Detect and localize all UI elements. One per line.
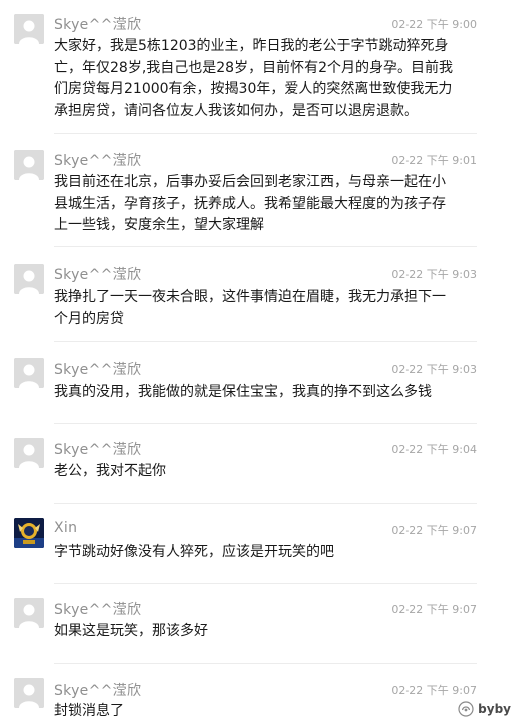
timestamp: 02-22 下午 9:07: [391, 603, 477, 616]
message-text: 我真的没用，我能做的就是保住宝宝，我真的挣不到这么多钱: [54, 384, 432, 400]
watermark-text: byby: [478, 702, 511, 716]
sender-name: Skye^^滢欣: [54, 153, 142, 169]
sender-name: Xin: [54, 520, 78, 536]
message-text: 如果这是玩笑，那该多好: [54, 623, 208, 639]
timestamp: 02-22 下午 9:03: [391, 268, 477, 281]
message-text: 封锁消息了: [54, 703, 124, 719]
message-text: 老公，我对不起你: [54, 463, 166, 479]
default-avatar-icon[interactable]: [14, 358, 44, 388]
timestamp: 02-22 下午 9:04: [391, 443, 477, 456]
divider: [54, 423, 477, 424]
default-avatar-icon[interactable]: [14, 598, 44, 628]
photo-avatar-icon[interactable]: [14, 518, 44, 548]
timestamp: 02-22 下午 9:00: [391, 18, 477, 31]
timestamp: 02-22 下午 9:03: [391, 363, 477, 376]
divider: [54, 133, 477, 134]
message-text: 大家好，我是5栋1203的业主，昨日我的老公于字节跳动猝死身亡，年仅28岁,我自…: [54, 38, 453, 119]
sender-name: Skye^^滢欣: [54, 602, 142, 618]
timestamp: 02-22 下午 9:07: [391, 684, 477, 697]
timestamp: 02-22 下午 9:01: [391, 154, 477, 167]
default-avatar-icon[interactable]: [14, 438, 44, 468]
sender-name: Skye^^滢欣: [54, 683, 142, 699]
timestamp: 02-22 下午 9:07: [391, 524, 477, 537]
sender-name: Skye^^滢欣: [54, 362, 142, 378]
message-text: 我挣扎了一天一夜未合眼，这件事情迫在眉睫，我无力承担下一个月的房贷: [54, 289, 446, 327]
wechat-channel-icon: [458, 701, 474, 717]
divider: [54, 583, 477, 584]
divider: [54, 663, 477, 664]
default-avatar-icon[interactable]: [14, 14, 44, 44]
default-avatar-icon[interactable]: [14, 678, 44, 708]
default-avatar-icon[interactable]: [14, 150, 44, 180]
divider: [54, 341, 477, 342]
sender-name: Skye^^滢欣: [54, 267, 142, 283]
message-text: 我目前还在北京，后事办妥后会回到老家江西，与母亲一起在小县城生活，孕育孩子，抚养…: [54, 174, 446, 233]
watermark: byby: [458, 701, 511, 717]
divider: [54, 503, 477, 504]
default-avatar-icon[interactable]: [14, 264, 44, 294]
divider: [54, 246, 477, 247]
sender-name: Skye^^滢欣: [54, 442, 142, 458]
message-text: 字节跳动好像没有人猝死，应该是开玩笑的吧: [54, 544, 334, 560]
sender-name: Skye^^滢欣: [54, 17, 142, 33]
